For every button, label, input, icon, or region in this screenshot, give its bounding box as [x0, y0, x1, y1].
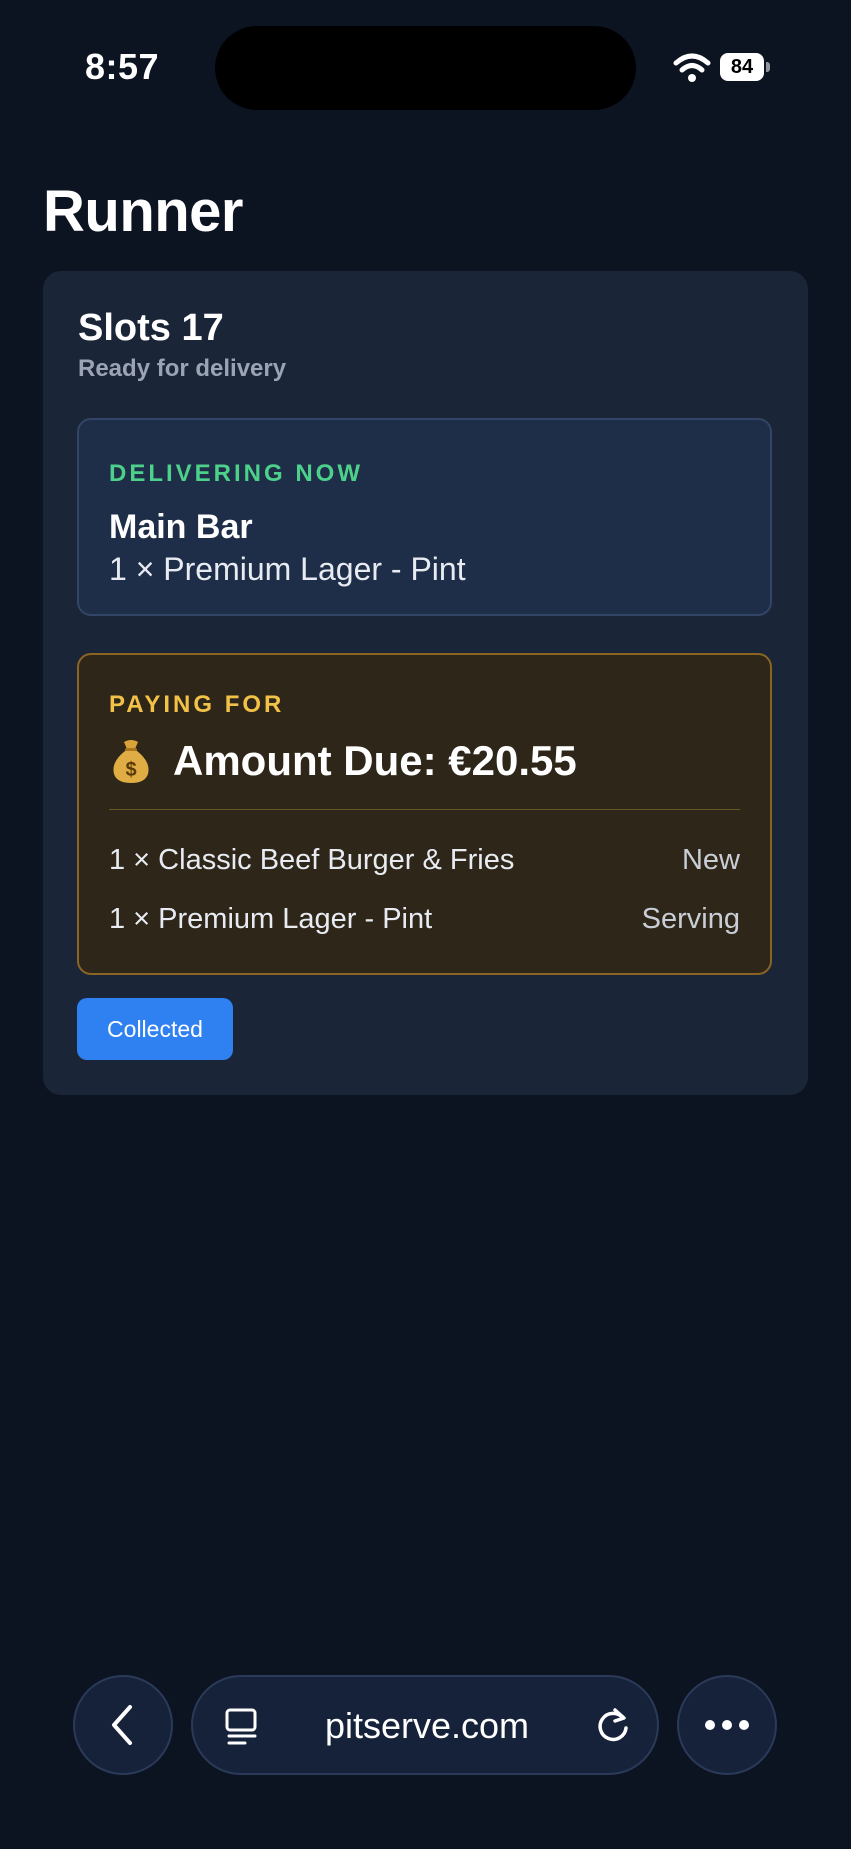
battery-icon: 84 — [720, 53, 770, 81]
divider — [109, 809, 740, 810]
item-status: Serving — [641, 902, 740, 935]
status-bar: 8:57 84 — [0, 0, 851, 130]
battery-level: 84 — [720, 53, 764, 81]
page-title: Runner — [43, 179, 244, 244]
amount-due-row: $ Amount Due: €20.55 — [109, 731, 577, 791]
back-button[interactable] — [73, 1675, 173, 1775]
svg-text:$: $ — [125, 759, 136, 781]
more-icon — [705, 1720, 749, 1730]
address-bar[interactable]: pitserve.com — [191, 1675, 659, 1775]
status-time: 8:57 — [85, 46, 160, 87]
runner-slot-card: Slots 17 Ready for delivery DELIVERING N… — [43, 271, 808, 1095]
wifi-icon — [673, 53, 711, 82]
delivering-now-panel: DELIVERING NOW Main Bar 1 × Premium Lage… — [77, 418, 772, 616]
collected-button[interactable]: Collected — [77, 998, 233, 1060]
paying-for-panel: PAYING FOR $ Amount Due: €20.55 1 × Clas… — [77, 653, 772, 975]
item-name: 1 × Classic Beef Burger & Fries — [109, 843, 515, 876]
browser-toolbar: pitserve.com — [0, 1670, 851, 1780]
delivering-venue: Main Bar — [109, 508, 253, 546]
slot-subtitle: Ready for delivery — [78, 355, 287, 382]
delivering-label: DELIVERING NOW — [109, 460, 364, 487]
back-icon — [112, 1705, 132, 1745]
list-item: 1 × Classic Beef Burger & Fries New — [109, 840, 740, 880]
amount-due: Amount Due: €20.55 — [173, 737, 577, 784]
dynamic-island — [215, 26, 636, 110]
url-text: pitserve.com — [324, 1705, 530, 1746]
list-item: 1 × Premium Lager - Pint Serving — [109, 899, 740, 939]
paying-label: PAYING FOR — [109, 691, 285, 718]
money-bag-icon: $ — [113, 740, 149, 783]
item-name: 1 × Premium Lager - Pint — [109, 902, 433, 935]
delivering-item: 1 × Premium Lager - Pint — [109, 551, 466, 587]
more-button[interactable] — [677, 1675, 777, 1775]
reload-icon[interactable] — [593, 1706, 633, 1746]
slot-title: Slots 17 — [78, 307, 224, 349]
item-status: New — [681, 843, 740, 876]
